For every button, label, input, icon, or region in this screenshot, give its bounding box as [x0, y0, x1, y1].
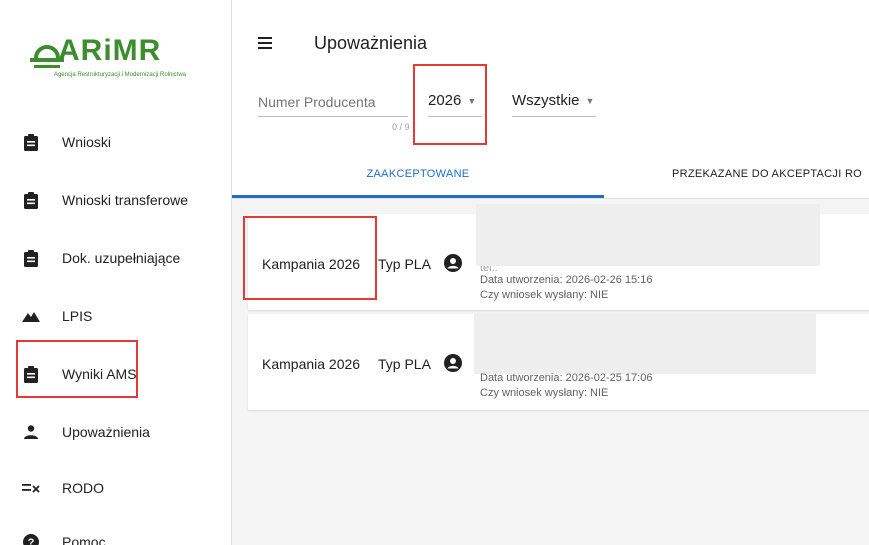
campaign-label: Kampania 2026 — [262, 256, 361, 272]
status-select-value: Wszystkie — [512, 92, 580, 109]
svg-text:?: ? — [28, 537, 35, 545]
sidebar-item-dok-uzupelniajace[interactable]: Dok. uzupełniające — [0, 238, 231, 278]
list-item[interactable]: Kampania 2026 Typ PLA tel.: Data utworze… — [248, 204, 869, 310]
account-circle-icon — [444, 254, 462, 272]
tab-przekazane-do-akceptacji[interactable]: PRZEKAZANE DO AKCEPTACJI RO — [672, 150, 869, 198]
status-select-underline — [512, 116, 596, 117]
clipboard-icon — [22, 133, 40, 151]
created-date: Data utworzenia: 2026-02-25 17:06 — [480, 372, 653, 384]
clipboard-icon — [22, 365, 40, 383]
sidebar-item-pomoc[interactable]: ? Pomoc — [0, 522, 231, 545]
arimr-logo[interactable]: ARiMR Agencja Restrukturyzacji i Moderni… — [30, 30, 210, 82]
clipboard-icon — [22, 191, 40, 209]
page-title: Upoważnienia — [314, 33, 428, 53]
tab-zaakceptowane[interactable]: ZAAKCEPTOWANE — [232, 150, 604, 198]
header-toolbar: Upoważnienia Numer Producenta 0 / 9 2026… — [232, 0, 869, 150]
redacted-area — [476, 204, 820, 266]
tab-bar: ZAAKCEPTOWANE PRZEKAZANE DO AKCEPTACJI R… — [232, 150, 869, 199]
chevron-down-icon: ▼ — [467, 95, 477, 106]
campaign-label: Kampania 2026 — [262, 356, 361, 372]
producer-number-input[interactable]: Numer Producenta — [258, 94, 376, 110]
status-select[interactable]: Wszystkie ▼ — [512, 92, 594, 109]
producer-number-counter: 0 / 9 — [392, 122, 410, 132]
sidebar-item-wnioski-transferowe[interactable]: Wnioski transferowe — [0, 180, 231, 220]
year-select[interactable]: 2026 ▼ — [428, 92, 476, 109]
sidebar-item-label: Dok. uzupełniające — [62, 250, 181, 266]
logo-subtitle: Agencja Restrukturyzacji i Modernizacji … — [53, 72, 187, 78]
sidebar-item-label: Wnioski — [62, 134, 112, 150]
logo-text: ARiMR — [58, 34, 162, 67]
sidebar-item-label: Upoważnienia — [62, 424, 150, 440]
rule-icon — [22, 479, 40, 497]
sidebar-item-wnioski[interactable]: Wnioski — [0, 122, 231, 162]
main-content: Upoważnienia Numer Producenta 0 / 9 2026… — [232, 0, 869, 545]
sidebar-item-label: Wnioski transferowe — [62, 192, 189, 208]
list-item[interactable]: Kampania 2026 Typ PLA Data utworzenia: 2… — [248, 314, 869, 410]
sidebar: ARiMR Agencja Restrukturyzacji i Moderni… — [0, 0, 232, 545]
terrain-icon — [22, 307, 40, 325]
sidebar-item-label: Wyniki AMS — [62, 366, 137, 382]
account-circle-icon — [444, 354, 462, 372]
sidebar-item-rodo[interactable]: RODO — [0, 468, 231, 508]
type-label: Typ PLA — [378, 256, 431, 272]
hamburger-menu-icon[interactable] — [256, 34, 276, 52]
sidebar-item-label: Pomoc — [62, 534, 106, 545]
sidebar-item-label: RODO — [62, 480, 104, 496]
sidebar-item-wyniki-ams[interactable]: Wyniki AMS — [0, 354, 231, 394]
sidebar-item-label: LPIS — [62, 308, 93, 324]
sidebar-item-upowaznienia[interactable]: Upoważnienia — [0, 412, 231, 452]
sent-status: Czy wniosek wysłany: NIE — [480, 289, 609, 301]
year-select-value: 2026 — [428, 92, 462, 109]
chevron-down-icon: ▼ — [585, 95, 595, 106]
created-date: Data utworzenia: 2026-02-26 15:16 — [480, 274, 653, 286]
tab-active-indicator — [232, 195, 604, 198]
type-label: Typ PLA — [378, 356, 431, 372]
sent-status: Czy wniosek wysłany: NIE — [480, 387, 609, 399]
clipboard-icon — [22, 249, 40, 267]
help-icon: ? — [22, 533, 40, 545]
sidebar-item-lpis[interactable]: LPIS — [0, 296, 231, 336]
producer-number-underline — [258, 116, 408, 117]
year-select-underline — [428, 116, 482, 117]
redacted-area — [474, 314, 816, 374]
person-icon — [22, 423, 40, 441]
